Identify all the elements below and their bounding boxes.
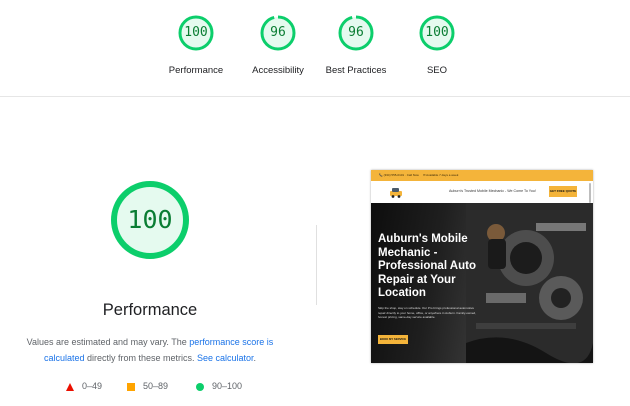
gauge-seo[interactable]: 100 SEO: [395, 14, 479, 76]
performance-gauge-large: 100: [109, 179, 191, 261]
site-header: Auburn's Trusted Mobile Mechanic - We Co…: [371, 181, 593, 203]
legend-fail: 0–49: [66, 381, 102, 391]
legend-average: 50–89: [127, 381, 168, 391]
gauge-ring: 100: [177, 14, 215, 52]
gauge-ring: 100: [418, 14, 456, 52]
page-screenshot-preview[interactable]: 📞 (334) 555-0101 · Call Now ✉ Available …: [371, 170, 593, 363]
engine-photo-icon: [466, 203, 593, 363]
performance-title: Performance: [102, 301, 198, 319]
site-logo-icon: [390, 188, 402, 198]
legend-fail-label: 0–49: [82, 381, 103, 391]
free-quote-button: GET FREE QUOTE: [549, 186, 577, 197]
site-topbar: 📞 (334) 555-0101 · Call Now ✉ Available …: [371, 170, 593, 181]
gauge-performance[interactable]: 100 Performance: [154, 14, 238, 76]
legend-average-label: 50–89: [143, 381, 169, 391]
square-icon: [127, 382, 135, 391]
gauge-score: 96: [348, 25, 364, 40]
book-service-button: BOOK MY SERVICE: [378, 335, 408, 344]
gauge-label: SEO: [426, 65, 448, 76]
circle-icon: [196, 382, 204, 391]
gauge-score: 96: [270, 25, 286, 40]
topbar-left-text: 📞 (334) 555-0101 · Call Now: [379, 173, 419, 177]
gauge-ring: 96: [259, 14, 297, 52]
gauge-score: 100: [184, 25, 208, 40]
gauge-label: Performance: [168, 65, 224, 76]
topbar-right-text: ✉ Available 7 days a week: [423, 173, 459, 177]
site-tagline: Auburn's Trusted Mobile Mechanic - We Co…: [449, 189, 536, 193]
gauge-best-practices[interactable]: 96 Best Practices: [314, 14, 398, 76]
gauge-label: Accessibility: [252, 65, 304, 76]
site-hero: Auburn's Mobile Mechanic - Professional …: [371, 203, 593, 363]
gauge-score: 100: [425, 25, 449, 40]
gauge-accessibility[interactable]: 96 Accessibility: [236, 14, 320, 76]
gauge-label: Best Practices: [325, 65, 387, 76]
legend-pass-label: 90–100: [212, 381, 243, 391]
scrollbar: [589, 183, 591, 203]
gauge-ring: 96: [337, 14, 375, 52]
triangle-icon: [66, 382, 74, 391]
performance-description: Values are estimated and may vary. The p…: [26, 334, 274, 366]
desc-text: Values are estimated and may vary. The: [26, 337, 190, 347]
score-summary-bar: 100 Performance 96 Accessibility 96 Best…: [0, 0, 630, 97]
performance-score: 100: [127, 205, 173, 234]
hero-title: Auburn's Mobile Mechanic - Professional …: [378, 233, 476, 299]
desc-text: directly from these metrics.: [84, 353, 197, 363]
hero-text: Skip the shop, stay on schedule. Our Pro…: [378, 306, 476, 319]
vertical-divider: [316, 225, 317, 305]
desc-text: .: [253, 353, 257, 363]
see-calculator-link[interactable]: See calculator: [197, 353, 254, 363]
legend-pass: 90–100: [196, 381, 242, 391]
